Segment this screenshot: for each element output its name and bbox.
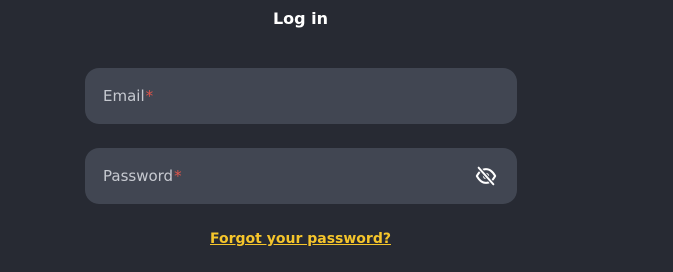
page-title: Log in <box>272 9 329 28</box>
eye-slash-icon <box>475 165 497 187</box>
password-input[interactable] <box>103 148 465 204</box>
email-input[interactable] <box>103 68 499 124</box>
password-field[interactable]: Password * <box>85 148 517 204</box>
show-password-toggle[interactable] <box>473 163 499 189</box>
forgot-password-link[interactable]: Forgot your password? <box>0 229 601 249</box>
email-field[interactable]: Email * <box>85 68 517 124</box>
